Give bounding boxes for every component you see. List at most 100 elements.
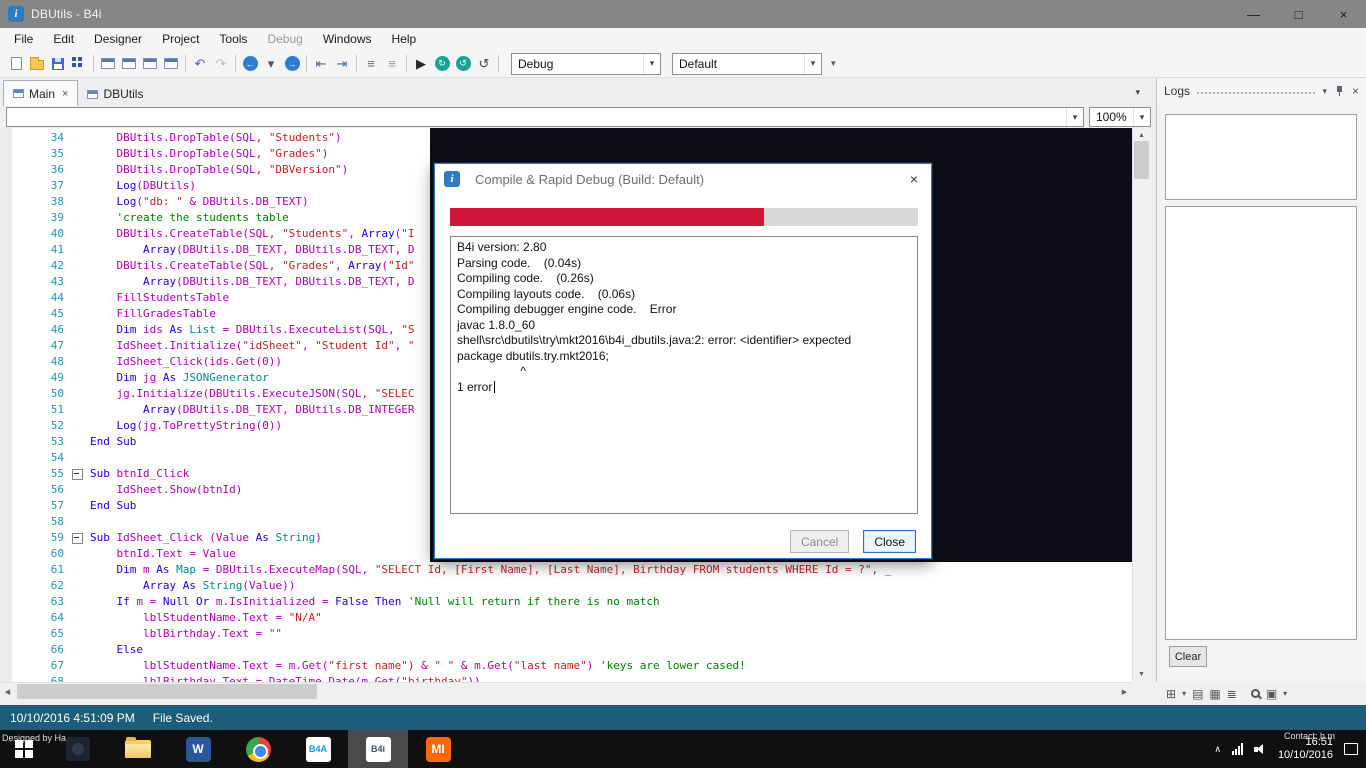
sub-selector-combobox[interactable]: ▾ [6, 107, 1084, 127]
vertical-scrollbar-thumb[interactable] [1134, 141, 1149, 179]
toolbar-new-project-button[interactable] [6, 53, 26, 75]
dialog-buttons: Cancel Close [790, 530, 916, 553]
horizontal-scrollbar[interactable]: ◀ ▶ [0, 682, 1132, 699]
toolbar-redo-button[interactable]: ↷ [211, 53, 231, 75]
menu-designer[interactable]: Designer [84, 29, 152, 49]
tab-close-icon[interactable]: × [62, 88, 68, 100]
scroll-down-icon[interactable]: ▼ [1133, 667, 1150, 682]
menu-file[interactable]: File [4, 29, 43, 49]
code-line-67[interactable]: 67 lblStudentName.Text = m.Get("first na… [0, 658, 1132, 674]
chevron-down-icon[interactable]: ▾ [804, 54, 821, 74]
code-line-65[interactable]: 65 lblBirthday.Text = "" [0, 626, 1132, 642]
code-text: DBUtils.DropTable(SQL, "DBVersion") [86, 162, 348, 178]
chevron-down-icon[interactable]: ▾ [643, 54, 660, 74]
scroll-left-icon[interactable]: ◀ [0, 683, 15, 700]
menu-debug[interactable]: Debug [257, 29, 312, 49]
files-icon[interactable]: ▤ [1192, 688, 1203, 700]
outdent-icon: ⇤ [316, 57, 327, 70]
chevron-down-icon[interactable]: ▾ [1133, 108, 1150, 126]
taskbar-file-explorer-button[interactable] [108, 730, 168, 768]
panel-close-icon[interactable]: × [1352, 84, 1359, 98]
minimize-button[interactable]: — [1231, 0, 1276, 28]
debug-mode-combobox[interactable]: Debug ▾ [511, 53, 661, 75]
maximize-button[interactable]: □ [1276, 0, 1321, 28]
taskbar-mi-button[interactable]: MI [408, 730, 468, 768]
code-line-62[interactable]: 62 Array As String(Value)) [0, 578, 1132, 594]
close-dialog-button[interactable]: Close [863, 530, 916, 553]
toolbar-show-designer-button[interactable] [98, 53, 118, 75]
show-logs-panel-icon [164, 58, 178, 69]
compile-output-box[interactable]: B4i version: 2.80Parsing code. (0.04s)Co… [450, 236, 918, 514]
layout-icon[interactable]: ▣ [1266, 688, 1277, 700]
menu-windows[interactable]: Windows [313, 29, 382, 49]
action-center-icon[interactable] [1344, 743, 1358, 755]
menu-project[interactable]: Project [152, 29, 209, 49]
code-line-61[interactable]: 61 Dim m As Map = DBUtils.ExecuteMap(SQL… [0, 562, 1132, 578]
tray-expand-icon[interactable]: ∧ [1214, 744, 1221, 755]
taskbar-b4i-button[interactable]: B4i [348, 730, 408, 768]
clear-logs-button[interactable]: Clear [1169, 646, 1207, 667]
code-line-68[interactable]: 68 lblBirthday.Text = DateTime.Date(m.Ge… [0, 674, 1132, 682]
logs-output-box[interactable] [1165, 206, 1357, 640]
code-line-66[interactable]: 66 Else [0, 642, 1132, 658]
menu-tools[interactable]: Tools [209, 29, 257, 49]
menu-help[interactable]: Help [382, 29, 427, 49]
tab-document-icon [87, 90, 98, 99]
toolbar-show-panel-a-button[interactable] [119, 53, 139, 75]
panel-dropdown-icon[interactable]: ▾ [1322, 86, 1327, 97]
zoom-combobox[interactable]: 100% ▾ [1089, 107, 1151, 127]
toolbar-save-button[interactable] [48, 53, 68, 75]
logs-filter-box[interactable] [1165, 114, 1357, 200]
code-line-63[interactable]: 63 If m = Null Or m.IsInitialized = Fals… [0, 594, 1132, 610]
tab-main[interactable]: Main× [3, 80, 78, 106]
horizontal-scrollbar-thumb[interactable] [17, 684, 317, 699]
compile-dialog: i Compile & Rapid Debug (Build: Default)… [434, 163, 932, 559]
search-icon[interactable] [1251, 689, 1260, 698]
pin-icon[interactable] [1334, 85, 1345, 97]
toolbar-open-project-button[interactable] [27, 53, 47, 75]
toolbar-navigate-forward-button[interactable]: → [282, 53, 302, 75]
debug-mode-value: Debug [518, 57, 553, 71]
code-line-64[interactable]: 64 lblStudentName.Text = "N/A" [0, 610, 1132, 626]
build-configuration-combobox[interactable]: Default ▾ [672, 53, 822, 75]
window-titlebar: i DBUtils - B4i — □ × [0, 0, 1366, 28]
compile-log-line: javac 1.8.0_60 [457, 318, 911, 334]
network-icon[interactable] [1232, 743, 1243, 755]
grid-icon[interactable]: ▦ [1209, 688, 1220, 700]
panels-dropdown-icon[interactable]: ▾ [1182, 689, 1186, 698]
list-icon[interactable]: ≣ [1227, 688, 1237, 700]
taskbar-b4a-button[interactable]: B4A [288, 730, 348, 768]
chevron-down-icon[interactable]: ▾ [1066, 108, 1083, 126]
scroll-right-icon[interactable]: ▶ [1117, 683, 1132, 700]
toolbar-undo-button[interactable]: ↶ [190, 53, 210, 75]
toolbar-clean-project-button[interactable]: ↺ [474, 53, 494, 75]
dialog-close-icon[interactable]: × [899, 164, 929, 194]
layout-dropdown-icon[interactable]: ▾ [1283, 689, 1287, 698]
toolbar-show-panel-b-button[interactable] [140, 53, 160, 75]
toolbar: ↶↷←▾→⇤⇥≡≡▶↻↺↺ Debug ▾ Default ▾ ▾ [0, 50, 1366, 78]
toolbar-comment-button[interactable]: ≡ [361, 53, 381, 75]
toolbar-restart-button[interactable]: ↺ [453, 53, 473, 75]
toolbar-uncomment-button[interactable]: ≡ [382, 53, 402, 75]
close-button[interactable]: × [1321, 0, 1366, 28]
panels-icon[interactable]: ⊞ [1166, 688, 1176, 700]
fold-gutter [70, 386, 86, 402]
toolbar-rapid-debug-button[interactable]: ↻ [432, 53, 452, 75]
toolbar-run-button[interactable]: ▶ [411, 53, 431, 75]
vertical-scrollbar[interactable]: ▲ ▼ [1132, 128, 1149, 682]
toolbar-indent-button[interactable]: ⇥ [332, 53, 352, 75]
taskbar-word-button[interactable]: W [168, 730, 228, 768]
panel-grip[interactable] [1197, 92, 1315, 94]
taskbar-chrome-button[interactable] [228, 730, 288, 768]
toolbar-modules-button[interactable] [69, 53, 89, 75]
menu-edit[interactable]: Edit [43, 29, 84, 49]
toolbar-show-logs-panel-button[interactable] [161, 53, 181, 75]
tab-list-dropdown-icon[interactable]: ▾ [1135, 87, 1140, 98]
volume-icon[interactable] [1254, 744, 1267, 755]
toolbar-navigate-back-dropdown-button[interactable]: ▾ [261, 53, 281, 75]
toolbar-outdent-button[interactable]: ⇤ [311, 53, 331, 75]
cancel-button[interactable]: Cancel [790, 530, 849, 553]
tab-dbutils[interactable]: DBUtils [78, 82, 152, 106]
toolbar-navigate-back-button[interactable]: ← [240, 53, 260, 75]
toolbar-overflow-button[interactable]: ▾ [831, 58, 836, 69]
